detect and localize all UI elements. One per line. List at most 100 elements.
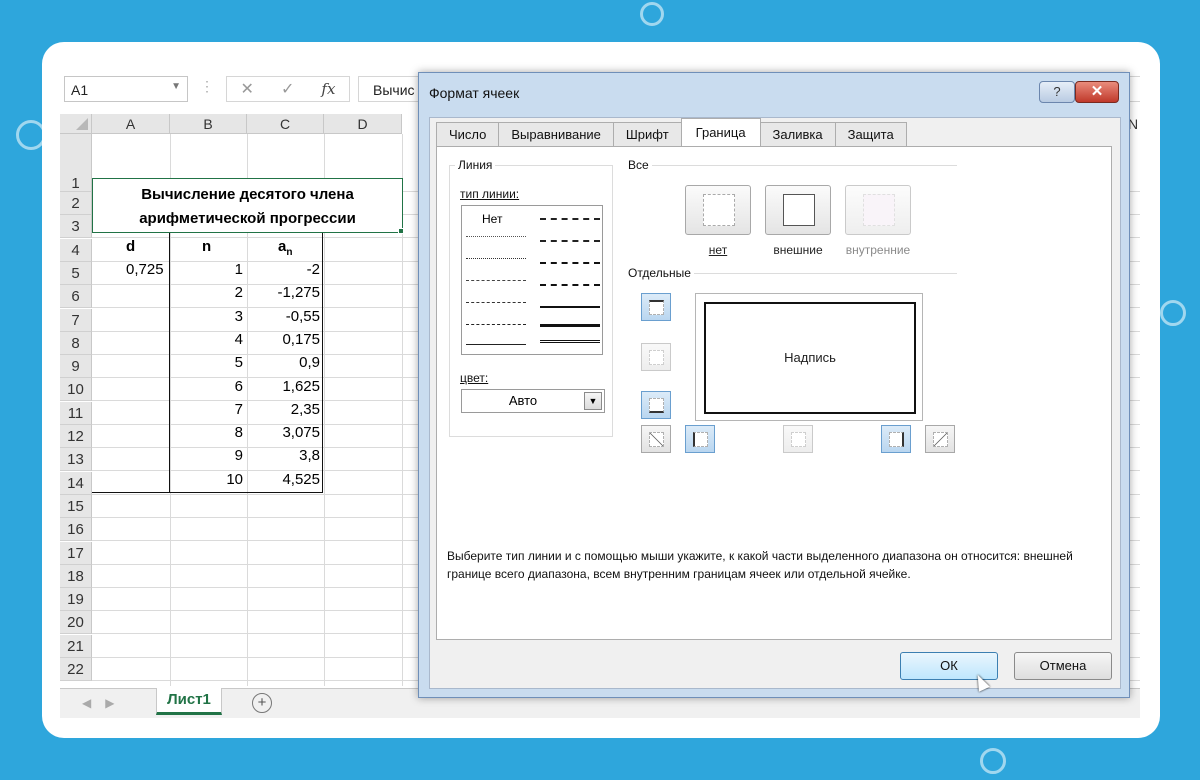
line-style-dash-dot[interactable] (466, 302, 526, 303)
tab-number[interactable]: Число (436, 122, 500, 146)
cancel-entry-icon[interactable]: ✕ (241, 79, 254, 99)
row-header-9[interactable]: 9 (60, 355, 92, 379)
border-preview[interactable]: Надпись (695, 293, 923, 421)
row-header-10[interactable]: 10 (60, 378, 92, 402)
name-box[interactable]: A1 ▼ (64, 76, 188, 102)
border-right-button[interactable] (881, 425, 911, 453)
n-value-cell[interactable]: 9 (170, 447, 243, 464)
n-value-cell[interactable]: 4 (170, 331, 243, 348)
tab-fill[interactable]: Заливка (759, 122, 836, 146)
preset-inside-button[interactable] (845, 185, 911, 235)
a-value-cell[interactable]: 1,625 (247, 378, 320, 395)
line-style-hair[interactable] (466, 236, 526, 237)
insert-function-icon[interactable]: fx (321, 80, 335, 98)
n-value-cell[interactable]: 7 (170, 401, 243, 418)
line-style-double[interactable] (540, 340, 600, 343)
header-cell-d[interactable]: d (126, 238, 135, 255)
row-header-17[interactable]: 17 (60, 541, 92, 565)
row-header-18[interactable]: 18 (60, 564, 92, 588)
row-header-6[interactable]: 6 (60, 285, 92, 309)
preset-none-button[interactable] (685, 185, 751, 235)
line-style-medium[interactable] (540, 306, 600, 308)
sheet-tab-list1[interactable]: Лист1 (156, 688, 222, 715)
chevron-down-icon[interactable]: ▼ (171, 81, 181, 92)
a-value-cell[interactable]: 3,8 (247, 447, 320, 464)
line-style-medium-dash-dot-dot[interactable] (540, 218, 600, 220)
column-header-d[interactable]: D (324, 114, 402, 134)
line-style-list[interactable]: Нет (461, 205, 603, 355)
border-left-button[interactable] (685, 425, 715, 453)
line-style-dashed[interactable] (466, 324, 526, 325)
row-header-22[interactable]: 22 (60, 658, 92, 681)
header-cell-an[interactable]: an (278, 238, 292, 258)
a-value-cell[interactable]: 2,35 (247, 401, 320, 418)
help-button[interactable]: ? (1039, 81, 1075, 103)
row-header-4[interactable]: 4 (60, 238, 92, 262)
row-header-3[interactable]: 3 (60, 215, 92, 239)
a-value-cell[interactable]: -0,55 (247, 308, 320, 325)
close-button[interactable]: ✕ (1075, 81, 1119, 103)
n-value-cell[interactable]: 1 (170, 261, 243, 278)
row-header-7[interactable]: 7 (60, 308, 92, 332)
border-inner-horizontal-button[interactable] (641, 343, 671, 371)
border-diagonal-down-button[interactable] (925, 425, 955, 453)
line-style-thin[interactable] (466, 344, 526, 345)
row-header-15[interactable]: 15 (60, 494, 92, 518)
row-header-1[interactable]: 1 (60, 134, 92, 192)
n-value-cell[interactable]: 3 (170, 308, 243, 325)
row-header-5[interactable]: 5 (60, 261, 92, 285)
a-value-cell[interactable]: 0,175 (247, 331, 320, 348)
column-header-a[interactable]: A (92, 114, 170, 134)
n-value-cell[interactable]: 6 (170, 378, 243, 395)
chevron-down-icon[interactable]: ▼ (584, 392, 602, 410)
confirm-entry-icon[interactable]: ✓ (281, 79, 294, 99)
column-header-c[interactable]: C (247, 114, 324, 134)
a-value-cell[interactable]: 3,075 (247, 424, 320, 441)
sheet-nav-arrows-icon[interactable]: ◀▶ (82, 696, 128, 710)
header-cell-n[interactable]: n (202, 238, 211, 255)
row-header-12[interactable]: 12 (60, 425, 92, 448)
line-style-medium-dashed[interactable] (540, 284, 600, 286)
line-style-slant-dash-dot[interactable] (540, 240, 600, 242)
a-value-cell[interactable]: -1,275 (247, 284, 320, 301)
a-value-cell[interactable]: 0,9 (247, 354, 320, 371)
n-value-cell[interactable]: 10 (170, 471, 243, 488)
line-style-dotted[interactable] (466, 258, 526, 259)
column-header-b[interactable]: B (170, 114, 247, 134)
cancel-button[interactable]: Отмена (1014, 652, 1112, 680)
tab-font[interactable]: Шрифт (612, 122, 682, 146)
row-header-20[interactable]: 20 (60, 611, 92, 635)
a-value-cell[interactable]: -2 (247, 261, 320, 278)
row-header-11[interactable]: 11 (60, 401, 92, 425)
row-header-16[interactable]: 16 (60, 518, 92, 542)
n-value-cell[interactable]: 8 (170, 424, 243, 441)
title-merged-cell[interactable]: Вычисление десятого члена арифметической… (92, 178, 403, 233)
n-value-cell[interactable]: 2 (170, 284, 243, 301)
border-inner-vertical-button[interactable] (783, 425, 813, 453)
row-header-21[interactable]: 21 (60, 634, 92, 658)
line-style-dash-dot-dot[interactable] (466, 280, 526, 281)
row-header-2[interactable]: 2 (60, 192, 92, 215)
line-style-thick[interactable] (540, 324, 600, 327)
n-value-cell[interactable]: 5 (170, 354, 243, 371)
line-style-medium-dash-dot[interactable] (540, 262, 600, 264)
select-all-corner[interactable] (60, 114, 92, 134)
row-header-8[interactable]: 8 (60, 331, 92, 355)
border-top-button[interactable] (641, 293, 671, 321)
tab-alignment[interactable]: Выравнивание (498, 122, 614, 146)
line-style-none[interactable]: Нет (482, 212, 502, 226)
border-bottom-button[interactable] (641, 391, 671, 419)
fill-handle[interactable] (398, 228, 404, 234)
border-diagonal-up-button[interactable] (641, 425, 671, 453)
a-value-cell[interactable]: 4,525 (247, 471, 320, 488)
row-header-13[interactable]: 13 (60, 448, 92, 472)
tab-border[interactable]: Граница (680, 118, 761, 146)
tab-protection[interactable]: Защита (834, 122, 907, 146)
d-value-cell[interactable]: 0,725 (126, 261, 164, 278)
preset-outline-button[interactable] (765, 185, 831, 235)
add-sheet-button[interactable]: + (252, 693, 272, 713)
color-select[interactable]: Авто ▼ (461, 389, 605, 413)
row-header-19[interactable]: 19 (60, 588, 92, 612)
border-inner-vertical-icon (791, 432, 806, 447)
row-header-14[interactable]: 14 (60, 471, 92, 495)
